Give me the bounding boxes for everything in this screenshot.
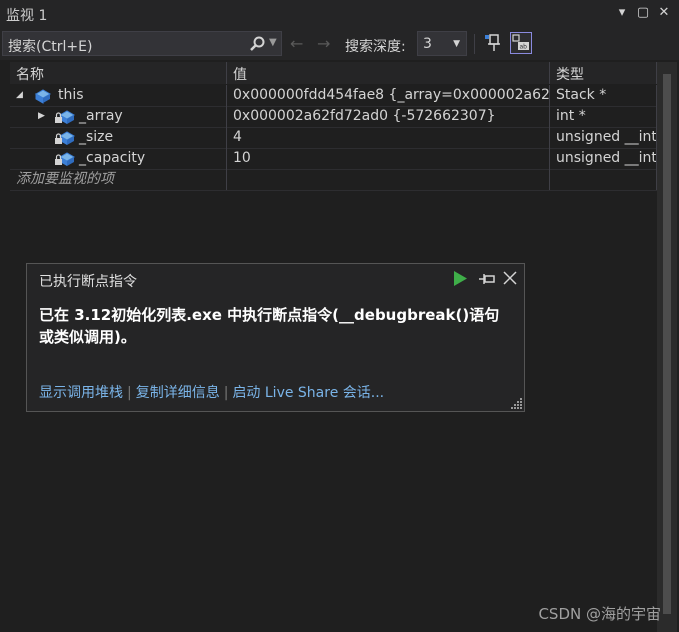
name-cell: _capacity — [10, 148, 227, 169]
show-call-stack-link[interactable]: 显示调用堆栈 — [39, 385, 123, 401]
popup-message: 已在 3.12初始化列表.exe 中执行断点指令(__debugbreak()语… — [39, 306, 500, 346]
pin-icon[interactable] — [478, 272, 496, 286]
close-icon[interactable] — [503, 271, 517, 285]
exception-popup: 已执行断点指令 已在 3.12初始化列表.exe 中执行断点指令(__debug… — [26, 263, 525, 412]
value-cell: 0x000000fdd454fae8 {_array=0x000002a62fd… — [227, 85, 550, 106]
depth-value: 3 — [423, 36, 432, 52]
row-name: _size — [79, 129, 114, 145]
name-cell: ◢ this — [10, 85, 227, 106]
hex-view-icon[interactable]: ab — [510, 32, 532, 54]
pin-icon[interactable] — [482, 32, 504, 54]
type-cell: unsigned __int... — [550, 127, 657, 148]
type-cell: int * — [550, 106, 657, 127]
search-options-icon[interactable]: ▼ — [269, 37, 277, 48]
row-name: this — [58, 87, 84, 103]
name-cell: _size — [10, 127, 227, 148]
search-placeholder: 搜索(Ctrl+E) — [8, 39, 93, 55]
resize-grip-icon[interactable] — [511, 397, 523, 409]
vertical-scrollbar[interactable] — [657, 62, 677, 632]
column-header-name[interactable]: 名称 — [10, 62, 227, 84]
table-row[interactable]: ◢ this 0x000000fdd454fae8 {_array=0x0000… — [10, 85, 657, 107]
live-share-link[interactable]: 启动 Live Share 会话... — [232, 385, 384, 401]
svg-text:ab: ab — [520, 44, 528, 51]
table-row[interactable]: ▶ _array 0x000002a62fd72ad0 {-572662307}… — [10, 106, 657, 128]
watermark: CSDN @海的宇宙 — [538, 605, 661, 623]
search-icon[interactable] — [249, 35, 267, 53]
value-cell: 10 — [227, 148, 550, 169]
value-cell: 0x000002a62fd72ad0 {-572662307} — [227, 106, 550, 127]
collapsed-arrow-icon[interactable]: ▶ — [38, 106, 45, 127]
add-watch-row[interactable]: 添加要监视的项 — [10, 169, 657, 191]
depth-label: 搜索深度: — [345, 39, 406, 55]
toolbar: 搜索(Ctrl+E) ▼ ← → 搜索深度: 3 ▼ ab — [0, 28, 679, 60]
search-input[interactable]: 搜索(Ctrl+E) ▼ — [2, 31, 282, 56]
title-bar: 监视 1 ▾ ▢ ✕ — [0, 0, 679, 28]
chevron-down-icon: ▼ — [453, 39, 460, 49]
depth-select[interactable]: 3 ▼ — [417, 31, 467, 56]
column-header-value[interactable]: 值 — [227, 62, 550, 84]
locked-variable-icon — [55, 110, 76, 124]
toolbar-divider — [474, 34, 475, 54]
copy-details-link[interactable]: 复制详细信息 — [136, 385, 220, 401]
popup-links: 显示调用堆栈 | 复制详细信息 | 启动 Live Share 会话... — [39, 382, 384, 402]
type-cell: Stack * — [550, 85, 657, 106]
value-cell — [227, 169, 550, 190]
table-row[interactable]: _capacity 10 unsigned __int... — [10, 148, 657, 170]
type-cell — [550, 169, 657, 190]
link-divider: | — [127, 385, 132, 401]
name-cell: ▶ _array — [10, 106, 227, 127]
link-divider: | — [223, 385, 229, 401]
maximize-icon[interactable]: ▢ — [635, 5, 651, 21]
popup-title: 已执行断点指令 — [39, 274, 137, 290]
locked-variable-icon — [55, 131, 76, 145]
row-name: _array — [79, 108, 123, 124]
forward-arrow-icon[interactable]: → — [317, 34, 330, 53]
row-name: _capacity — [79, 150, 146, 166]
window-title: 监视 1 — [6, 8, 48, 24]
add-watch-item[interactable]: 添加要监视的项 — [10, 169, 227, 190]
type-cell: unsigned __int... — [550, 148, 657, 169]
close-icon[interactable]: ✕ — [656, 5, 672, 21]
continue-play-icon[interactable] — [453, 271, 467, 286]
expanded-arrow-icon[interactable]: ◢ — [16, 85, 23, 106]
back-arrow-icon[interactable]: ← — [290, 34, 303, 53]
locked-variable-icon — [55, 152, 76, 166]
dropdown-icon[interactable]: ▾ — [614, 5, 630, 21]
table-row[interactable]: _size 4 unsigned __int... — [10, 127, 657, 149]
variable-icon — [34, 89, 52, 104]
value-cell: 4 — [227, 127, 550, 148]
scrollbar-thumb[interactable] — [663, 74, 671, 614]
column-header-type[interactable]: 类型 — [550, 62, 657, 84]
